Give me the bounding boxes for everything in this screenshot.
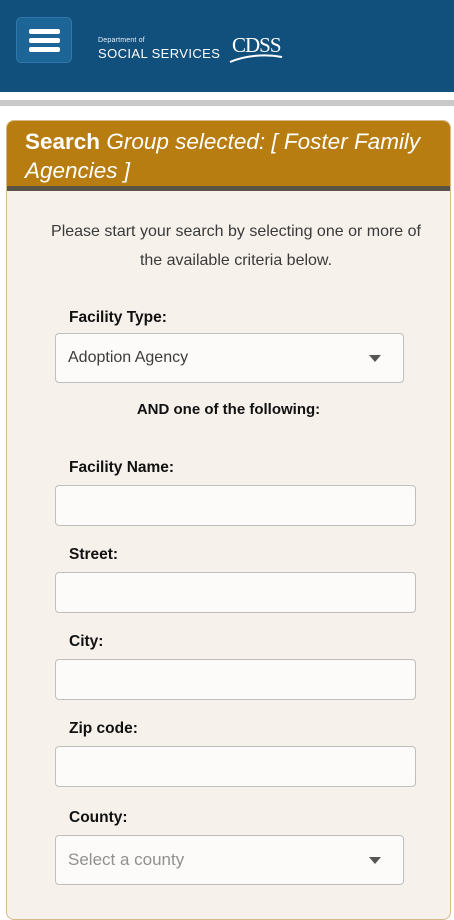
facility-type-label: Facility Type: bbox=[69, 309, 167, 326]
county-label: County: bbox=[69, 809, 128, 826]
city-input[interactable] bbox=[55, 659, 416, 700]
search-instructions: Please start your search by selecting on… bbox=[51, 223, 421, 269]
header-divider bbox=[0, 100, 454, 106]
hamburger-icon-bar bbox=[29, 47, 60, 52]
county-placeholder: Select a county bbox=[68, 850, 185, 869]
facility-type-select[interactable]: Adoption Agency bbox=[55, 333, 404, 383]
county-select[interactable]: Select a county bbox=[55, 835, 404, 885]
hamburger-icon-bar bbox=[29, 29, 60, 34]
menu-button[interactable] bbox=[16, 17, 72, 63]
zip-code-label: Zip code: bbox=[69, 720, 138, 737]
street-label: Street: bbox=[69, 546, 119, 563]
search-card: Search Group selected: [ Foster Family A… bbox=[6, 120, 451, 920]
street-input[interactable] bbox=[55, 572, 416, 613]
and-one-of-following-text: AND one of the following: bbox=[136, 401, 321, 418]
top-app-bar: Department of SOCIAL SERVICES CDSS bbox=[0, 0, 454, 92]
cdss-swoosh-icon bbox=[229, 54, 283, 63]
city-label: City: bbox=[69, 633, 104, 650]
zip-code-input[interactable] bbox=[55, 746, 416, 787]
dropdown-arrow-icon bbox=[369, 857, 381, 864]
facility-name-input[interactable] bbox=[55, 485, 416, 526]
logo-social-services-text: SOCIAL SERVICES bbox=[98, 46, 221, 61]
hamburger-icon-bar bbox=[29, 38, 60, 43]
search-title: Search bbox=[25, 129, 101, 154]
facility-name-label: Facility Name: bbox=[69, 459, 175, 476]
facility-type-value: Adoption Agency bbox=[68, 349, 189, 366]
search-card-header: Search Group selected: [ Foster Family A… bbox=[7, 121, 450, 191]
logo-department-text: Department of bbox=[98, 37, 145, 44]
dropdown-arrow-icon bbox=[369, 355, 381, 362]
